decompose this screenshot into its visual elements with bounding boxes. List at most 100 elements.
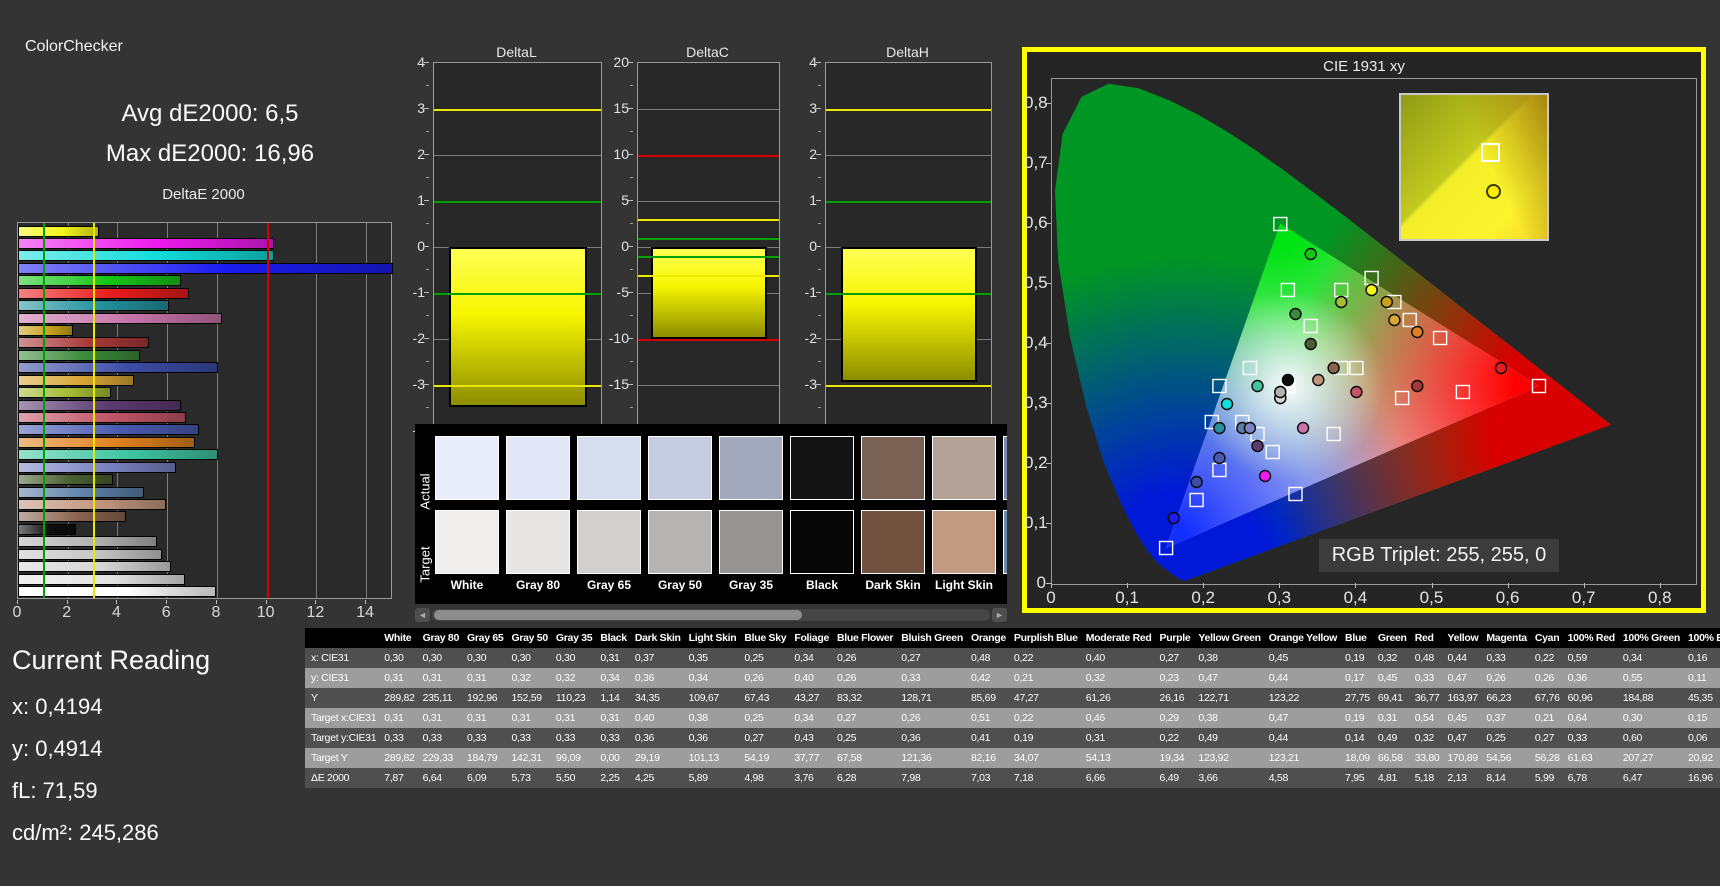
bar-magenta — [18, 312, 223, 324]
axis-tick — [628, 154, 633, 155]
cell-x-cie31-orange: 0,48 — [970, 652, 991, 664]
actual-circle-blue — [1190, 475, 1203, 489]
axis-tick-label: 14 — [356, 604, 375, 621]
axis-tick — [424, 62, 429, 63]
avg-de2000-label: Avg dE2000: 6,5 — [121, 100, 299, 127]
col-header-magenta: Magenta — [1482, 628, 1531, 648]
cell-x-cie31-yellow-green: 0,38 — [1198, 652, 1218, 664]
guide-line-10 — [266, 223, 269, 598]
cell-target-x-cie31-moderate-red: 0,46 — [1085, 712, 1106, 724]
cell-x-cie31-foliage: 0,34 — [794, 652, 814, 664]
cell-target-x-cie31-blue-sky: 0,25 — [744, 712, 764, 724]
axis-minor-tick — [630, 223, 633, 224]
cell-e-2000-gray-65: 6,09 — [467, 772, 487, 784]
swatch-actual-light-skin — [932, 436, 996, 500]
axis-minor-tick — [818, 407, 821, 408]
swatch-actual-gray-35 — [719, 436, 783, 500]
axis-tick — [816, 384, 821, 385]
row-header: Target Y — [311, 752, 348, 764]
actual-circle-orange-yellow — [1388, 313, 1401, 327]
cell-target-y-cie31-gray-65: 0,33 — [467, 732, 487, 744]
cell-x-cie31-cyan: 0,22 — [1534, 652, 1555, 664]
cell-e-2000-orange-yellow: 4,58 — [1268, 772, 1289, 784]
y-axis: 43210-1-2-3-4 — [395, 54, 429, 438]
swatch-actual-white — [435, 436, 499, 500]
swatch-target-gray-50 — [648, 510, 712, 574]
row-header: Target y:CIE31 — [311, 732, 377, 744]
actual-circle-100pct-magenta — [1258, 469, 1272, 483]
cell-target-y-cie31-foliage: 0,43 — [794, 732, 814, 744]
axis-minor-tick — [818, 177, 821, 178]
axis-tick — [816, 338, 821, 339]
cell-target-y-cie31-purple: 0,22 — [1159, 732, 1180, 744]
swatch-comparison-panel[interactable]: Actual Target White Gray 80 Gray 65 Gray 50… — [415, 424, 1007, 604]
cell-target-y-cie31-gray-50: 0,33 — [511, 732, 531, 744]
col-header-gray-80: Gray 80 — [418, 628, 464, 648]
cell-target-y-cie31-blue-sky: 0,27 — [744, 732, 764, 744]
cell-target-x-cie31-gray-65: 0,31 — [467, 712, 487, 724]
inset-actual-circle-marker — [1485, 184, 1501, 200]
axis-tick — [424, 154, 429, 155]
cell-y-purplish-blue: 47,27 — [1013, 692, 1039, 704]
delta-c-chart[interactable] — [637, 62, 780, 432]
swatch-label-blue-sky: Blue Sky — [998, 578, 1007, 592]
scrollbar-thumb[interactable] — [434, 610, 803, 620]
axis-tick — [424, 338, 429, 339]
guide-line-1 — [42, 223, 45, 598]
cie-1931-panel[interactable]: CIE 1931 xy 0 0,1 0,2 0,3 0,4 0,5 0,6 0,7 0,8 0,8… — [1022, 47, 1706, 613]
axis-tick-label: 0 — [1036, 573, 1046, 592]
actual-circle-100pct-green — [1304, 247, 1317, 261]
actual-circle-purple — [1251, 439, 1264, 453]
cell-y-gray-50: 152,59 — [511, 692, 542, 704]
cell-target-y-light-skin: 101,13 — [688, 752, 720, 764]
axis-minor-tick — [426, 177, 429, 178]
col-header-100pct-green: 100% Green — [1618, 628, 1684, 648]
cell-y-blue-sky: 67,43 — [744, 692, 770, 704]
max-de2000-label: Max dE2000: 16,96 — [105, 140, 315, 167]
grid-line — [366, 223, 368, 598]
swatch-target-light-skin — [932, 510, 996, 574]
scroll-left-arrow-icon[interactable]: ◄ — [415, 608, 430, 622]
cell-e-2000-blue-flower: 6,28 — [836, 772, 857, 784]
cell-target-y-red: 33,80 — [1414, 752, 1440, 764]
reference-line-green — [826, 293, 991, 295]
table-row-x-cie31: x: CIE31 0,30 0,30 0,30 0,30 0,30 0,31 0,37 0,35… — [305, 648, 1720, 668]
axis-minor-tick — [426, 361, 429, 362]
grid-line — [638, 385, 779, 386]
y-axis: 43210-1-2-3-4 — [787, 54, 821, 438]
bar-gray-35 — [18, 536, 157, 548]
swatch-target-white — [435, 510, 499, 574]
table-row-target-y: Target Y 289,82 229,33 184,79 142,31 99,09 0,0… — [305, 748, 1720, 768]
cell-target-x-cie31-cyan: 0,21 — [1534, 712, 1555, 724]
cell-x-cie31-light-skin: 0,35 — [688, 652, 709, 664]
delta-l-chart[interactable] — [433, 62, 602, 432]
actual-circle-magenta — [1296, 421, 1310, 435]
delta-c-title: DeltaC — [686, 44, 729, 60]
table-row-e-2000: ΔE 2000 7,87 6,64 6,09 5,73 5,50 2,25 4,25 5,89 4… — [305, 768, 1720, 788]
cell-y-cie31-gray-50: 0,32 — [511, 672, 531, 684]
cell-e-2000-red: 5,18 — [1414, 772, 1435, 784]
cell-y-cie31-green: 0,45 — [1377, 672, 1398, 684]
cell-y-dark-skin: 34,35 — [634, 692, 660, 704]
scrollbar-track[interactable] — [432, 609, 990, 621]
cell-target-x-cie31-purplish-blue: 0,22 — [1013, 712, 1034, 724]
swatch-label-light-skin: Light Skin — [935, 578, 993, 592]
axis-tick-label: 0,3 — [1267, 588, 1292, 607]
col-header-blue-sky: Blue Sky — [740, 628, 791, 648]
delta-e-chart[interactable] — [17, 222, 393, 599]
cell-y-green: 69,41 — [1377, 692, 1403, 704]
actual-row-label: Actual — [417, 473, 433, 510]
bar-purplish-blue — [18, 424, 199, 436]
cell-target-x-cie31-gray-50: 0,31 — [511, 712, 531, 724]
swatch-scrollbar[interactable]: ◄ ► — [415, 608, 1007, 622]
cell-x-cie31-blue-sky: 0,25 — [744, 652, 764, 664]
swatch-label-black: Black — [805, 578, 839, 592]
cell-e-2000-orange: 7,03 — [970, 772, 991, 784]
scroll-right-arrow-icon[interactable]: ► — [992, 608, 1007, 622]
actual-circle-black — [1281, 373, 1295, 387]
delta-h-chart[interactable] — [825, 62, 992, 432]
axis-minor-tick — [818, 315, 821, 316]
colorchecker-data-table[interactable]: White Gray 80 Gray 65 Gray 50 Gray 35 Black Da… — [305, 628, 1720, 788]
cell-target-y-gray-35: 99,09 — [555, 752, 581, 764]
actual-circle-cyan — [1213, 421, 1226, 435]
